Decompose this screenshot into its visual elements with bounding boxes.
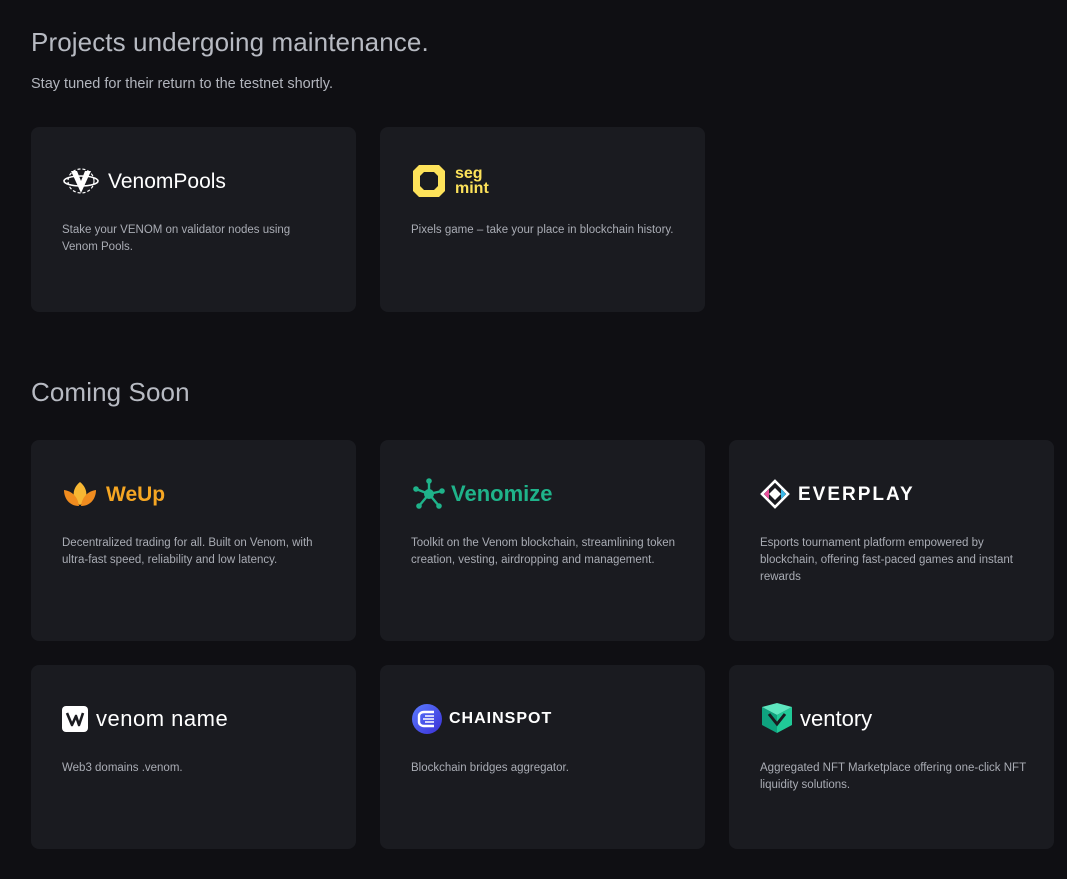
- project-name: WeUp: [106, 482, 166, 506]
- maintenance-title: Projects undergoing maintenance.: [31, 27, 429, 57]
- project-card-ventory[interactable]: ventory Aggregated NFT Marketplace offer…: [729, 665, 1054, 849]
- project-name: venom name: [96, 706, 229, 731]
- project-name: VenomPools: [108, 169, 226, 193]
- segmint-logo-icon: [413, 165, 445, 197]
- project-description: Blockchain bridges aggregator.: [411, 762, 569, 774]
- project-name-line1: seg: [455, 165, 483, 182]
- project-logo: EVERPLAY: [760, 476, 915, 512]
- venompools-logo-icon: [63, 168, 99, 194]
- project-name: Venomize: [451, 481, 553, 506]
- project-name: EVERPLAY: [798, 483, 915, 505]
- project-logo: venom name: [62, 701, 228, 737]
- ventory-cube-icon: [762, 703, 792, 733]
- project-logo: WeUp: [62, 476, 165, 512]
- everplay-diamond-icon: [760, 479, 790, 509]
- project-description: Esports tournament platform empowered by…: [760, 537, 1013, 583]
- project-description: Aggregated NFT Marketplace offering one-…: [760, 762, 1026, 791]
- project-card-venom-name[interactable]: venom name Web3 domains .venom.: [31, 665, 356, 849]
- project-description: Pixels game – take your place in blockch…: [411, 224, 674, 236]
- project-logo: ventory: [760, 701, 872, 737]
- chainspot-logo-icon: [412, 704, 442, 734]
- project-description: Toolkit on the Venom blockchain, streaml…: [411, 537, 676, 566]
- project-card-everplay[interactable]: EVERPLAY Esports tournament platform emp…: [729, 440, 1054, 641]
- project-card-segmint[interactable]: seg mint Pixels game – take your place i…: [380, 127, 705, 312]
- project-logo: seg mint: [411, 163, 489, 199]
- project-name-line2: mint: [455, 180, 489, 197]
- weup-lotus-icon: [64, 482, 96, 506]
- project-name: ventory: [800, 706, 873, 731]
- venomize-network-icon: [413, 478, 445, 509]
- project-card-weup[interactable]: WeUp Decentralized trading for all. Buil…: [31, 440, 356, 641]
- venom-name-logo-icon: [62, 706, 88, 732]
- project-description: Decentralized trading for all. Built on …: [62, 537, 313, 566]
- project-logo: VenomPools: [62, 163, 226, 199]
- project-card-venomize[interactable]: Venomize Toolkit on the Venom blockchain…: [380, 440, 705, 641]
- project-card-venompools[interactable]: VenomPools Stake your VENOM on validator…: [31, 127, 356, 312]
- project-logo: Venomize: [411, 476, 552, 512]
- project-logo: CHAINSPOT: [411, 701, 552, 737]
- project-description: Web3 domains .venom.: [62, 762, 183, 774]
- maintenance-subtitle: Stay tuned for their return to the testn…: [31, 76, 333, 92]
- coming-soon-title: Coming Soon: [31, 377, 190, 407]
- project-card-chainspot[interactable]: CHAINSPOT Blockchain bridges aggregator.: [380, 665, 705, 849]
- project-name: CHAINSPOT: [449, 710, 553, 727]
- projects-page: Projects undergoing maintenance. Stay tu…: [0, 0, 1067, 879]
- project-description: Stake your VENOM on validator nodes usin…: [62, 224, 291, 253]
